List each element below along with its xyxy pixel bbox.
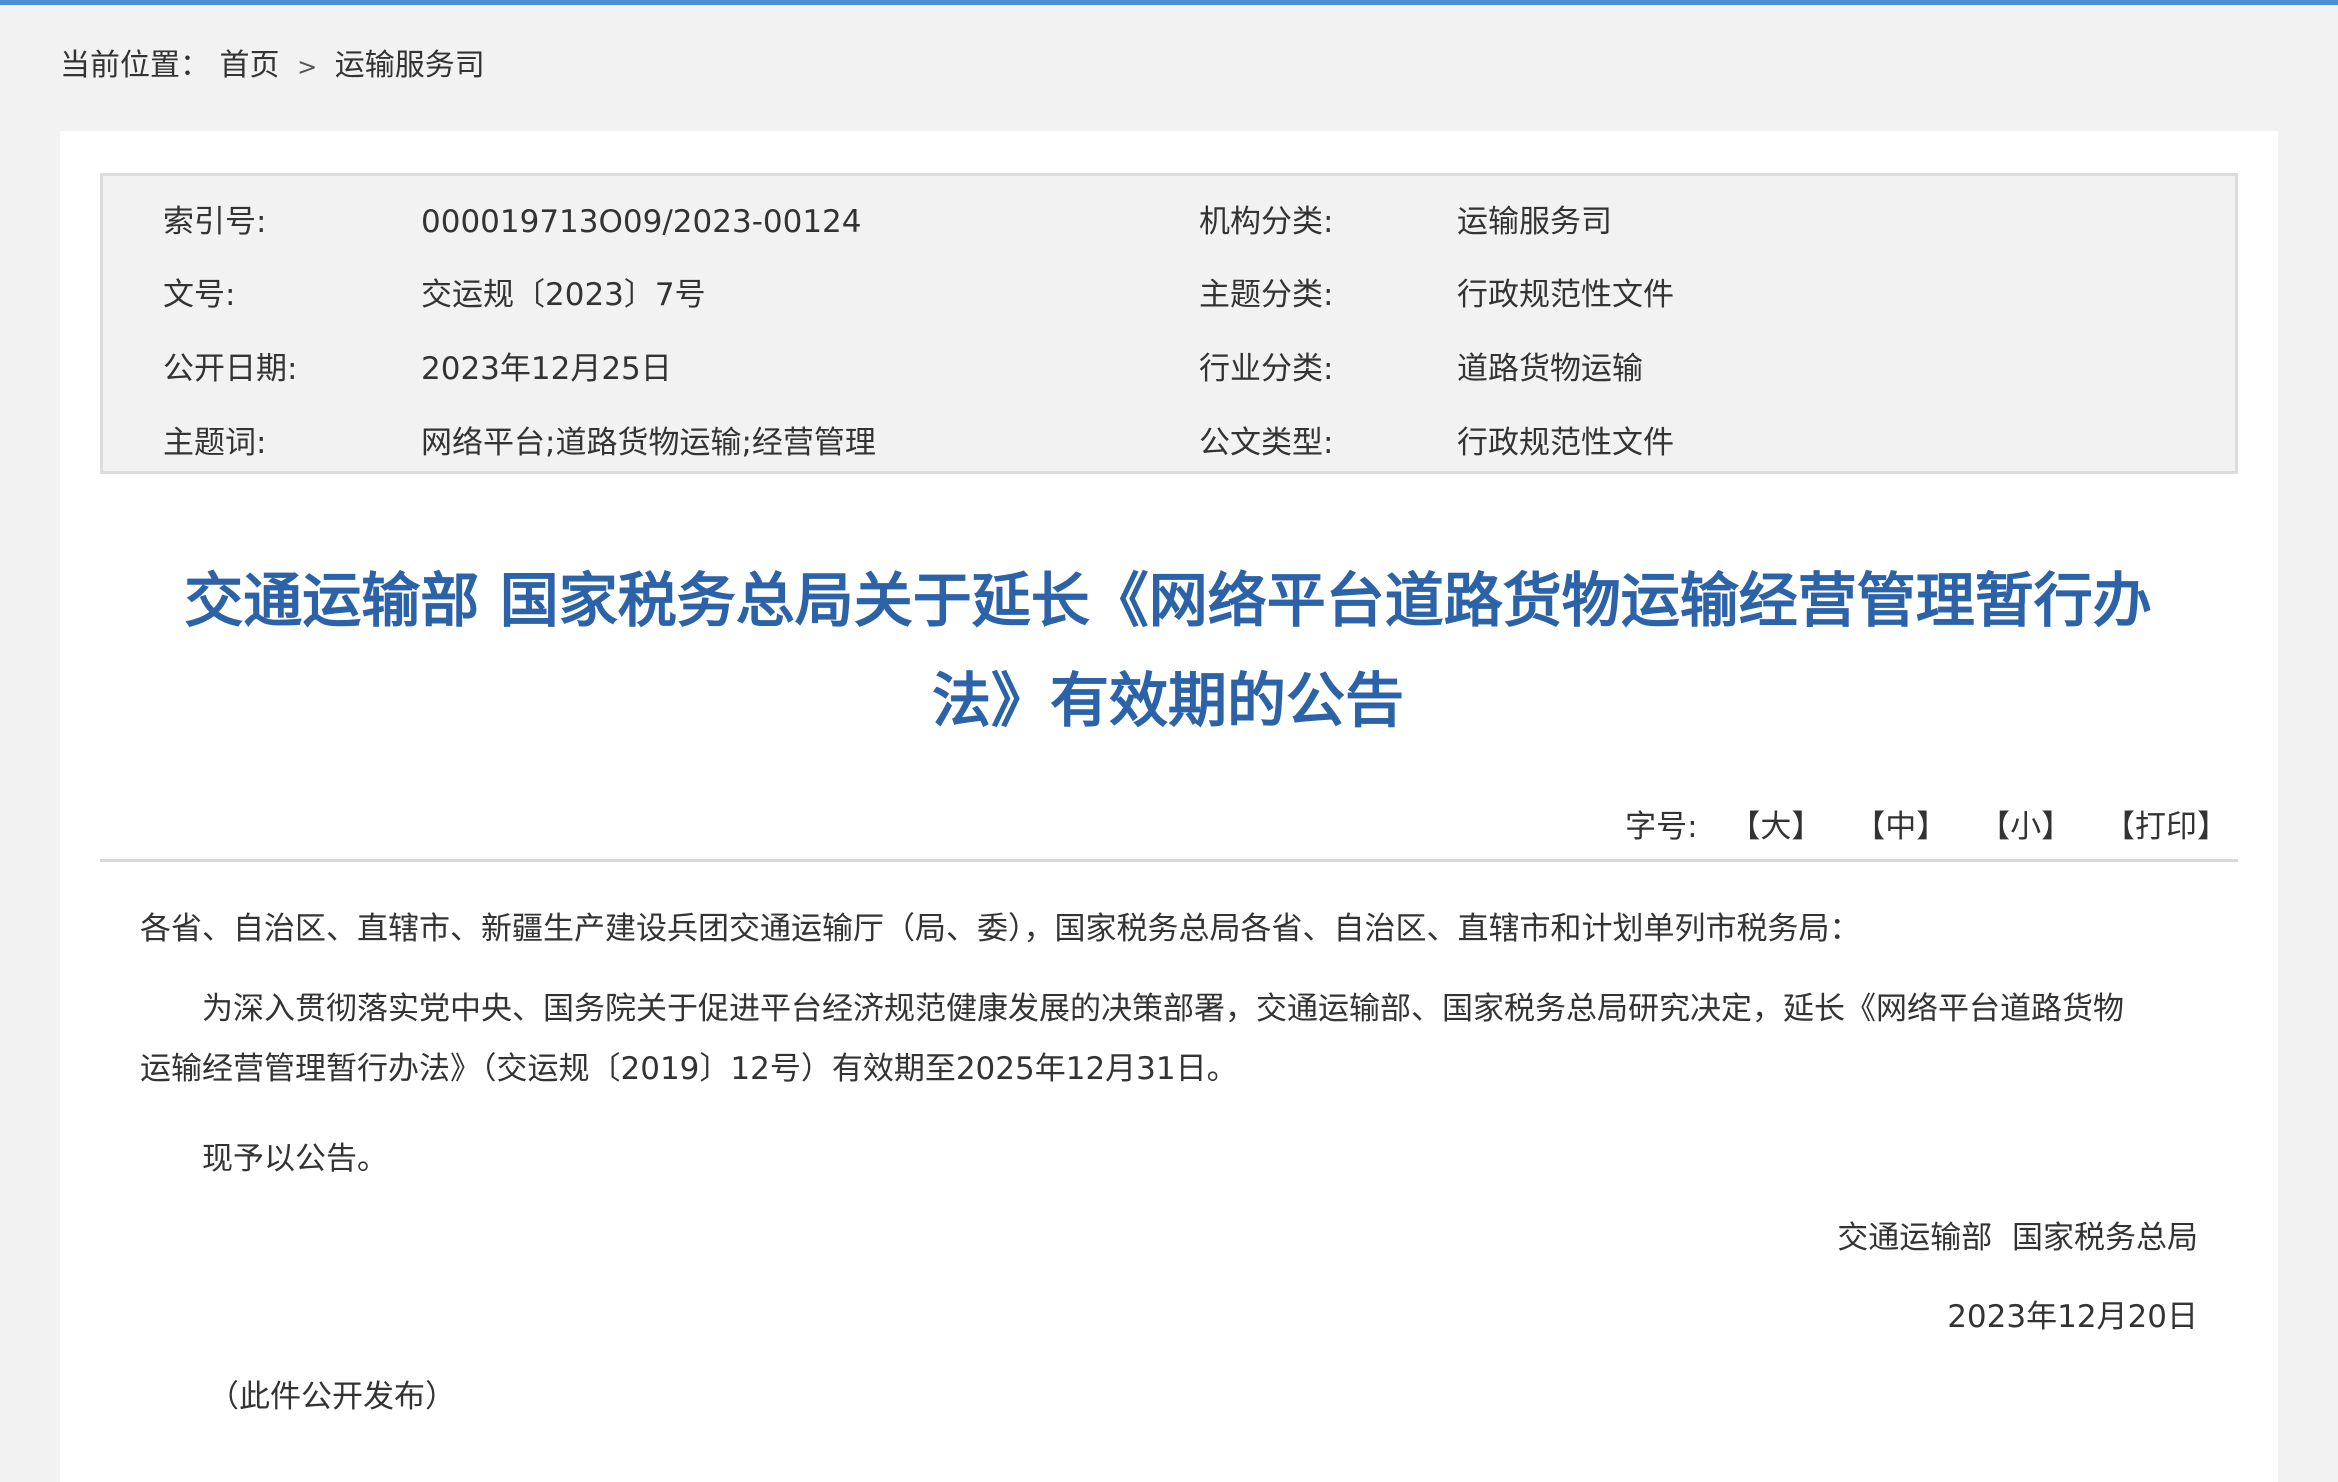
metadata-value: 行政规范性文件 bbox=[1457, 277, 1674, 313]
metadata-key: 行业分类: bbox=[1199, 351, 1334, 387]
signature-organizations: 交通运输部 国家税务总局 bbox=[1837, 1220, 2198, 1256]
font-large-button[interactable]: 【大】 bbox=[1729, 809, 1822, 845]
breadcrumb: 当前位置： 首页 > 运输服务司 bbox=[60, 44, 485, 89]
font-size-toolbar: 字号: 【大】 【中】 【小】 【打印】 bbox=[1625, 805, 2228, 849]
public-release-note: （此件公开发布） bbox=[208, 1379, 456, 1415]
metadata-value: 2023年12月25日 bbox=[421, 351, 672, 387]
print-button[interactable]: 【打印】 bbox=[2104, 809, 2228, 845]
title-divider bbox=[100, 859, 2238, 862]
top-accent-bar bbox=[0, 0, 2338, 5]
breadcrumb-home-link[interactable]: 首页 bbox=[220, 48, 280, 83]
metadata-key: 公文类型: bbox=[1199, 425, 1334, 461]
font-size-label: 字号: bbox=[1625, 809, 1698, 845]
signature-date: 2023年12月20日 bbox=[1947, 1299, 2198, 1335]
main-content-panel: 索引号: 000019713O09/2023-00124 机构分类: 运输服务司… bbox=[60, 131, 2278, 1482]
metadata-key: 文号: bbox=[163, 277, 236, 313]
document-metadata-box: 索引号: 000019713O09/2023-00124 机构分类: 运输服务司… bbox=[100, 173, 2238, 474]
metadata-key: 主题分类: bbox=[1199, 277, 1334, 313]
breadcrumb-label: 当前位置： bbox=[60, 48, 210, 83]
metadata-value: 交运规〔2023〕7号 bbox=[421, 277, 706, 313]
article-title-line-2: 法》有效期的公告 bbox=[931, 666, 1404, 735]
metadata-value: 道路货物运输 bbox=[1457, 351, 1643, 387]
metadata-key: 索引号: bbox=[163, 204, 267, 240]
metadata-key: 公开日期: bbox=[163, 351, 298, 387]
metadata-key: 机构分类: bbox=[1199, 204, 1334, 240]
article-salutation: 各省、自治区、直辖市、新疆生产建设兵团交通运输厅（局、委），国家税务总局各省、自… bbox=[140, 911, 1861, 947]
breadcrumb-separator: > bbox=[297, 53, 318, 81]
metadata-row: 文号: 交运规〔2023〕7号 主题分类: 行政规范性文件 bbox=[103, 271, 2235, 319]
article-title-line-1: 交通运输部 国家税务总局关于延长《网络平台道路货物运输经营管理暂行办 bbox=[184, 566, 2152, 635]
metadata-value: 运输服务司 bbox=[1457, 204, 1612, 240]
metadata-value: 网络平台;道路货物运输;经营管理 bbox=[421, 425, 876, 461]
metadata-row: 索引号: 000019713O09/2023-00124 机构分类: 运输服务司 bbox=[103, 198, 2235, 246]
article-paragraph-1-line-1: 为深入贯彻落实党中央、国务院关于促进平台经济规范健康发展的决策部署，交通运输部、… bbox=[202, 991, 2124, 1027]
metadata-value: 行政规范性文件 bbox=[1457, 425, 1674, 461]
font-small-button[interactable]: 【小】 bbox=[1979, 809, 2072, 845]
breadcrumb-current-link[interactable]: 运输服务司 bbox=[335, 48, 485, 83]
article-paragraph-2: 现予以公告。 bbox=[202, 1141, 388, 1177]
metadata-row: 主题词: 网络平台;道路货物运输;经营管理 公文类型: 行政规范性文件 bbox=[103, 419, 2235, 467]
metadata-row: 公开日期: 2023年12月25日 行业分类: 道路货物运输 bbox=[103, 345, 2235, 393]
metadata-value: 000019713O09/2023-00124 bbox=[421, 204, 862, 240]
article-paragraph-1-line-2: 运输经营管理暂行办法》（交运规〔2019〕12号）有效期至2025年12月31日… bbox=[140, 1051, 1238, 1087]
article-title: 交通运输部 国家税务总局关于延长《网络平台道路货物运输经营管理暂行办 法》有效期… bbox=[100, 551, 2236, 751]
font-medium-button[interactable]: 【中】 bbox=[1854, 809, 1947, 845]
metadata-key: 主题词: bbox=[163, 425, 267, 461]
